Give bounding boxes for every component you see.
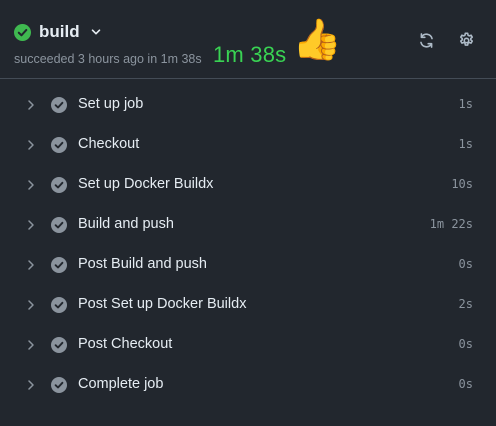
check-circle-icon: [51, 217, 67, 233]
chevron-right-icon[interactable]: [25, 178, 37, 192]
check-circle-icon: [51, 257, 67, 273]
steps-list: Set up job 1s Checkout 1s Set up Docker …: [0, 85, 496, 405]
chevron-right-icon[interactable]: [25, 98, 37, 112]
step-label: Post Set up Docker Buildx: [78, 296, 247, 312]
step-label: Build and push: [78, 216, 174, 232]
step-label: Post Checkout: [78, 336, 173, 352]
chevron-right-icon[interactable]: [25, 138, 37, 152]
step-label: Set up Docker Buildx: [78, 176, 214, 192]
step-label: Complete job: [78, 376, 164, 392]
step-duration: 10s: [451, 177, 473, 191]
check-circle-icon: [51, 377, 67, 393]
settings-button[interactable]: [456, 30, 476, 50]
step-row[interactable]: Complete job 0s: [0, 365, 496, 405]
step-row[interactable]: Post Checkout 0s: [0, 325, 496, 365]
job-status-text: succeeded 3 hours ago in 1m 38s: [14, 52, 202, 66]
gear-icon: [458, 31, 475, 49]
step-row[interactable]: Set up job 1s: [0, 85, 496, 125]
step-duration: 0s: [458, 337, 473, 351]
step-duration: 1s: [458, 97, 473, 111]
chevron-down-icon[interactable]: [80, 26, 102, 38]
step-label: Checkout: [78, 136, 140, 152]
thumbs-up-emoji: 👍: [292, 18, 342, 62]
step-row[interactable]: Build and push 1m 22s: [0, 205, 496, 245]
sync-icon: [418, 32, 435, 49]
check-circle-icon: [51, 337, 67, 353]
job-title-row[interactable]: build: [14, 22, 102, 42]
chevron-right-icon[interactable]: [25, 258, 37, 272]
step-row[interactable]: Post Build and push 0s: [0, 245, 496, 285]
chevron-right-icon[interactable]: [25, 298, 37, 312]
check-circle-icon: [51, 97, 67, 113]
step-duration: 1s: [458, 137, 473, 151]
step-duration: 0s: [458, 257, 473, 271]
chevron-right-icon[interactable]: [25, 338, 37, 352]
job-name[interactable]: build: [39, 22, 80, 42]
check-circle-icon: [14, 23, 31, 41]
chevron-right-icon[interactable]: [25, 218, 37, 232]
step-duration: 2s: [458, 297, 473, 311]
step-duration: 0s: [458, 377, 473, 391]
step-label: Set up job: [78, 96, 144, 112]
step-row[interactable]: Post Set up Docker Buildx 2s: [0, 285, 496, 325]
step-row[interactable]: Checkout 1s: [0, 125, 496, 165]
job-header: build succeeded 3 hours ago in 1m 38s 1m…: [0, 0, 496, 79]
check-circle-icon: [51, 137, 67, 153]
refresh-button[interactable]: [416, 30, 436, 50]
step-label: Post Build and push: [78, 256, 207, 272]
check-circle-icon: [51, 297, 67, 313]
step-row[interactable]: Set up Docker Buildx 10s: [0, 165, 496, 205]
duration-highlight: 1m 38s: [213, 42, 287, 67]
check-circle-icon: [51, 177, 67, 193]
step-duration: 1m 22s: [429, 217, 473, 231]
chevron-right-icon[interactable]: [25, 378, 37, 392]
